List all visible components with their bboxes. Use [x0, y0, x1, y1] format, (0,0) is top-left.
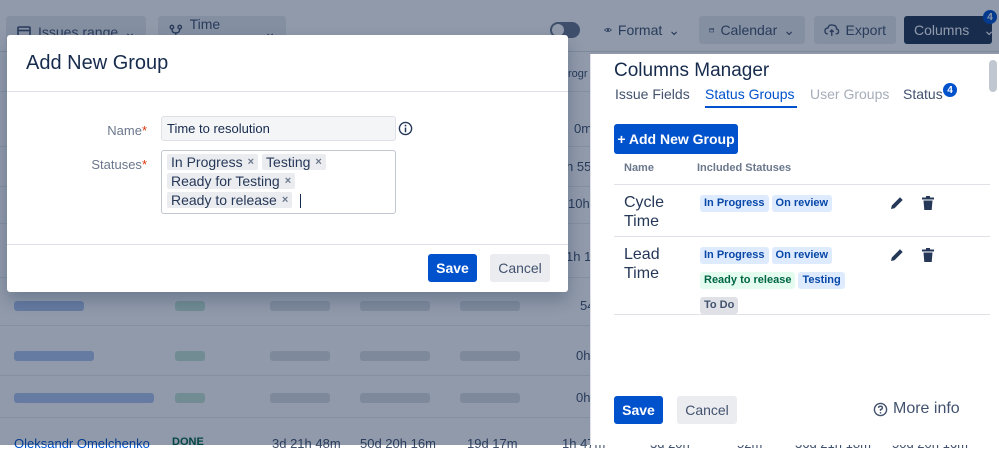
- status-lozenge: In Progress: [700, 247, 769, 264]
- statuses-label-text: Statuses: [91, 157, 142, 172]
- status-lozenge: Ready to release: [700, 272, 796, 289]
- info-icon[interactable]: [398, 121, 413, 136]
- table-row: Cycle Time In Progress On review: [614, 185, 990, 237]
- tab-user-groups: User Groups: [810, 86, 890, 102]
- status-lozenges: In Progress On review Ready to release Test…: [700, 245, 860, 320]
- status-lozenge: To Do: [700, 297, 739, 314]
- save-button[interactable]: Save: [614, 396, 663, 424]
- group-name: Lead Time: [624, 246, 660, 282]
- statuses-multiselect[interactable]: In Progress × Testing × Ready for Testing × …: [161, 150, 396, 214]
- panel-title: Columns Manager: [614, 60, 770, 81]
- status-lozenge: Testing: [798, 272, 845, 289]
- status-tag: Ready for Testing ×: [167, 173, 296, 189]
- remove-tag-icon[interactable]: ×: [285, 173, 291, 189]
- columns-manager-panel: Columns Manager Issue Fields Status Grou…: [590, 54, 999, 445]
- add-new-group-button[interactable]: + Add New Group: [614, 124, 738, 154]
- remove-tag-icon[interactable]: ×: [248, 154, 254, 170]
- divider: [7, 91, 568, 92]
- status-tag-label: Ready for Testing: [171, 173, 280, 189]
- help-icon: [873, 402, 888, 416]
- name-label: Name*: [67, 123, 147, 138]
- cancel-button[interactable]: Cancel: [490, 254, 550, 282]
- edit-icon[interactable]: [889, 247, 905, 263]
- divider: [7, 244, 568, 245]
- group-name: Cycle Time: [624, 194, 665, 230]
- name-input[interactable]: [161, 116, 396, 141]
- status-tag: Testing ×: [262, 154, 326, 170]
- status-tag-label: In Progress: [171, 154, 243, 170]
- text-caret: [300, 193, 302, 208]
- cancel-button[interactable]: Cancel: [677, 396, 737, 424]
- status-tag: Ready to release ×: [167, 192, 293, 208]
- edit-icon[interactable]: [889, 195, 905, 211]
- tab-status[interactable]: Status: [903, 86, 943, 106]
- save-button[interactable]: Save: [428, 254, 477, 282]
- remove-tag-icon[interactable]: ×: [315, 154, 321, 170]
- status-lozenges: In Progress On review: [700, 193, 860, 218]
- status-tag: In Progress ×: [167, 154, 259, 170]
- required-mark: *: [141, 123, 147, 138]
- status-lozenge: In Progress: [700, 195, 769, 212]
- more-info-link[interactable]: More info: [873, 400, 960, 418]
- tab-bar: Issue Fields Status Groups User Groups S…: [614, 86, 994, 110]
- name-label-text: Name: [107, 123, 142, 138]
- table-row: Lead Time In Progress On review Ready to r…: [614, 237, 990, 315]
- statuses-label: Statuses*: [67, 157, 147, 172]
- remove-tag-icon[interactable]: ×: [282, 192, 288, 208]
- required-mark: *: [141, 157, 147, 172]
- status-count-badge: 4: [943, 83, 957, 97]
- status-tag-label: Ready to release: [171, 192, 277, 208]
- more-info-label: More info: [893, 400, 960, 417]
- tab-status-groups[interactable]: Status Groups: [705, 86, 797, 108]
- dialog-title: Add New Group: [26, 52, 169, 74]
- trash-icon[interactable]: [920, 195, 936, 211]
- status-lozenge: On review: [771, 195, 833, 212]
- column-header-name: Name: [624, 162, 654, 174]
- status-tag-label: Testing: [266, 154, 311, 170]
- tab-issue-fields[interactable]: Issue Fields: [615, 86, 690, 106]
- column-header-included-statuses: Included Statuses: [697, 162, 792, 174]
- add-new-group-dialog: Add New Group Name* Statuses* In Progres…: [7, 35, 568, 292]
- trash-icon[interactable]: [920, 247, 936, 263]
- status-lozenge: On review: [771, 247, 833, 264]
